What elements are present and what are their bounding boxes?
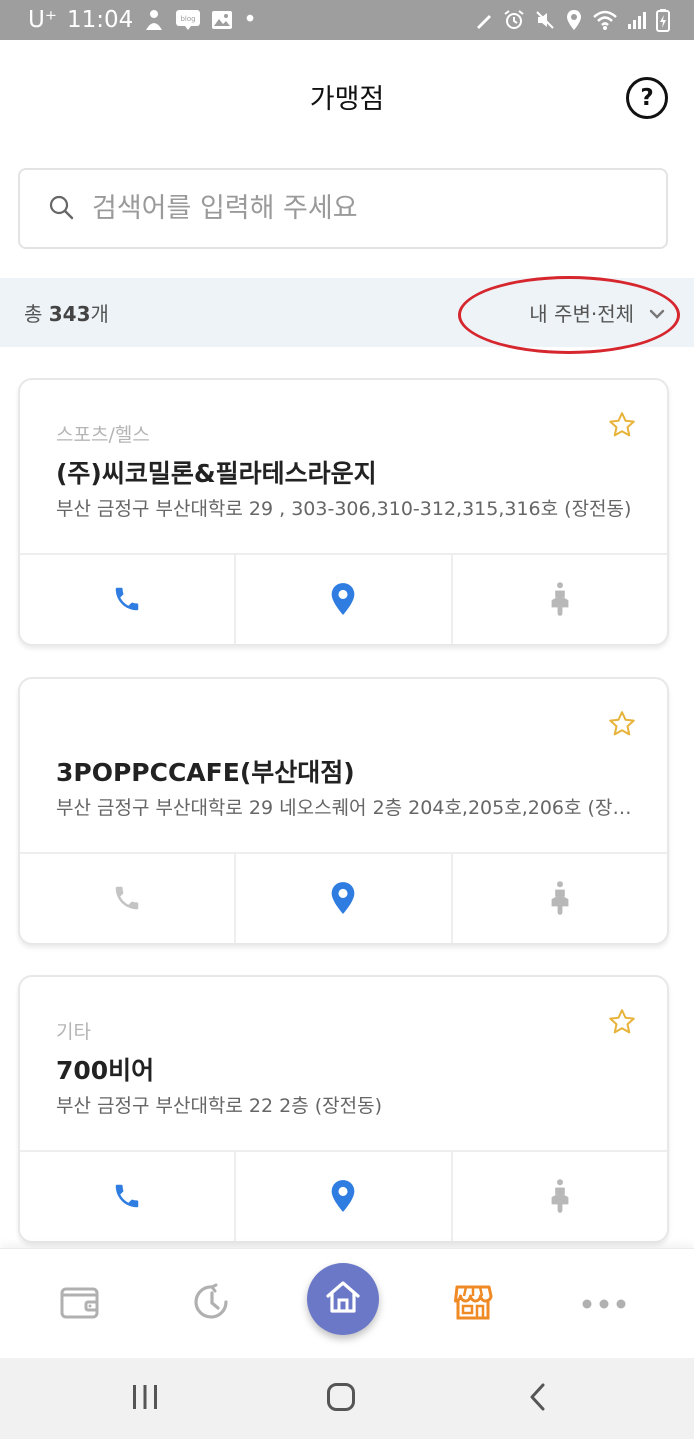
svg-text:blog: blog	[181, 15, 196, 23]
history-icon	[192, 1282, 232, 1326]
battery-icon	[656, 8, 670, 32]
delivery-button[interactable]	[453, 854, 667, 943]
blog-icon: blog	[175, 9, 201, 31]
recent-apps-icon	[131, 1384, 159, 1414]
nav-history[interactable]	[162, 1249, 262, 1359]
annotation-highlight-ellipse	[458, 276, 680, 354]
store-card-actions	[20, 555, 667, 644]
store-address: 부산 금정구 부산대학로 29 네오스퀘어 2층 204호,205호,206호 …	[56, 797, 636, 819]
home-system-icon	[326, 1382, 356, 1416]
signal-icon	[627, 10, 647, 30]
status-dot: •	[243, 7, 257, 33]
system-navigation-bar	[0, 1358, 694, 1439]
bottom-navigation	[0, 1248, 694, 1358]
store-card-actions	[20, 1152, 667, 1241]
total-count-number: 343	[48, 302, 91, 326]
store-name: 700비어	[56, 1056, 155, 1085]
store-card-body[interactable]: 3POPPCCAFE(부산대점) 부산 금정구 부산대학로 29 네오스퀘어 2…	[20, 679, 667, 854]
store-name: 3POPPCCAFE(부산대점)	[56, 758, 355, 787]
map-button[interactable]	[236, 1152, 453, 1241]
map-button[interactable]	[236, 854, 453, 943]
map-pin-icon	[329, 1179, 357, 1217]
back-button[interactable]	[492, 1358, 582, 1439]
wallet-icon	[60, 1284, 100, 1324]
call-button[interactable]	[20, 854, 237, 943]
delivery-button[interactable]	[453, 1152, 667, 1241]
delivery-scooter-icon	[545, 581, 575, 621]
call-button[interactable]	[20, 555, 237, 644]
map-pin-icon	[329, 582, 357, 620]
mute-icon	[534, 9, 556, 31]
nav-more[interactable]	[554, 1249, 654, 1359]
favorite-star-icon[interactable]	[607, 1007, 637, 1041]
map-pin-icon	[329, 881, 357, 919]
back-icon	[527, 1382, 547, 1416]
search-icon	[48, 194, 74, 224]
store-card[interactable]: 3POPPCCAFE(부산대점) 부산 금정구 부산대학로 29 네오스퀘어 2…	[18, 677, 669, 945]
search-box[interactable]	[18, 168, 668, 249]
wifi-icon	[592, 9, 618, 31]
store-card-actions	[20, 854, 667, 943]
delivery-button[interactable]	[453, 555, 667, 644]
store-category: 기타	[56, 1021, 91, 1043]
favorite-star-icon[interactable]	[607, 709, 637, 743]
pen-icon	[474, 10, 494, 30]
store-category	[56, 719, 631, 745]
store-icon	[453, 1283, 493, 1325]
store-card[interactable]: 기타 700비어 부산 금정구 부산대학로 22 2층 (장전동)	[18, 975, 669, 1243]
total-count: 총 343개	[24, 302, 109, 326]
delivery-scooter-icon	[545, 880, 575, 920]
store-address: 부산 금정구 부산대학로 22 2층 (장전동)	[56, 1095, 383, 1117]
location-icon	[565, 9, 583, 31]
notification-app-icon	[143, 8, 165, 32]
call-button[interactable]	[20, 1152, 237, 1241]
nav-wallet[interactable]	[30, 1249, 130, 1359]
page-title: 가맹점	[309, 83, 385, 115]
phone-icon	[112, 883, 142, 917]
nav-home-button[interactable]	[307, 1263, 379, 1335]
store-category: 스포츠/헬스	[56, 424, 150, 446]
header: 가맹점 ?	[0, 40, 694, 152]
map-button[interactable]	[236, 555, 453, 644]
gallery-icon	[211, 10, 233, 30]
store-card-body[interactable]: 기타 700비어 부산 금정구 부산대학로 22 2층 (장전동)	[20, 977, 667, 1152]
store-name: (주)씨코밀론&필라테스라운지	[56, 459, 377, 488]
status-bar: U⁺ 11:04 blog •	[0, 0, 694, 40]
more-icon	[581, 1295, 627, 1314]
home-system-button[interactable]	[296, 1358, 386, 1439]
store-card[interactable]: 스포츠/헬스 (주)씨코밀론&필라테스라운지 부산 금정구 부산대학로 29 ,…	[18, 378, 669, 646]
carrier-label: U⁺	[28, 7, 57, 33]
phone-icon	[112, 1181, 142, 1215]
phone-icon	[112, 584, 142, 618]
home-icon	[324, 1279, 362, 1319]
search-input[interactable]	[92, 193, 612, 224]
help-button[interactable]: ?	[626, 77, 668, 119]
nav-store[interactable]	[423, 1249, 523, 1359]
store-card-body[interactable]: 스포츠/헬스 (주)씨코밀론&필라테스라운지 부산 금정구 부산대학로 29 ,…	[20, 380, 667, 555]
delivery-scooter-icon	[545, 1178, 575, 1218]
favorite-star-icon[interactable]	[607, 410, 637, 444]
status-time: 11:04	[66, 7, 134, 33]
store-address: 부산 금정구 부산대학로 29 , 303-306,310-312,315,31…	[56, 498, 632, 520]
recent-apps-button[interactable]	[100, 1358, 190, 1439]
alarm-icon	[503, 9, 525, 31]
help-icon: ?	[640, 85, 654, 111]
